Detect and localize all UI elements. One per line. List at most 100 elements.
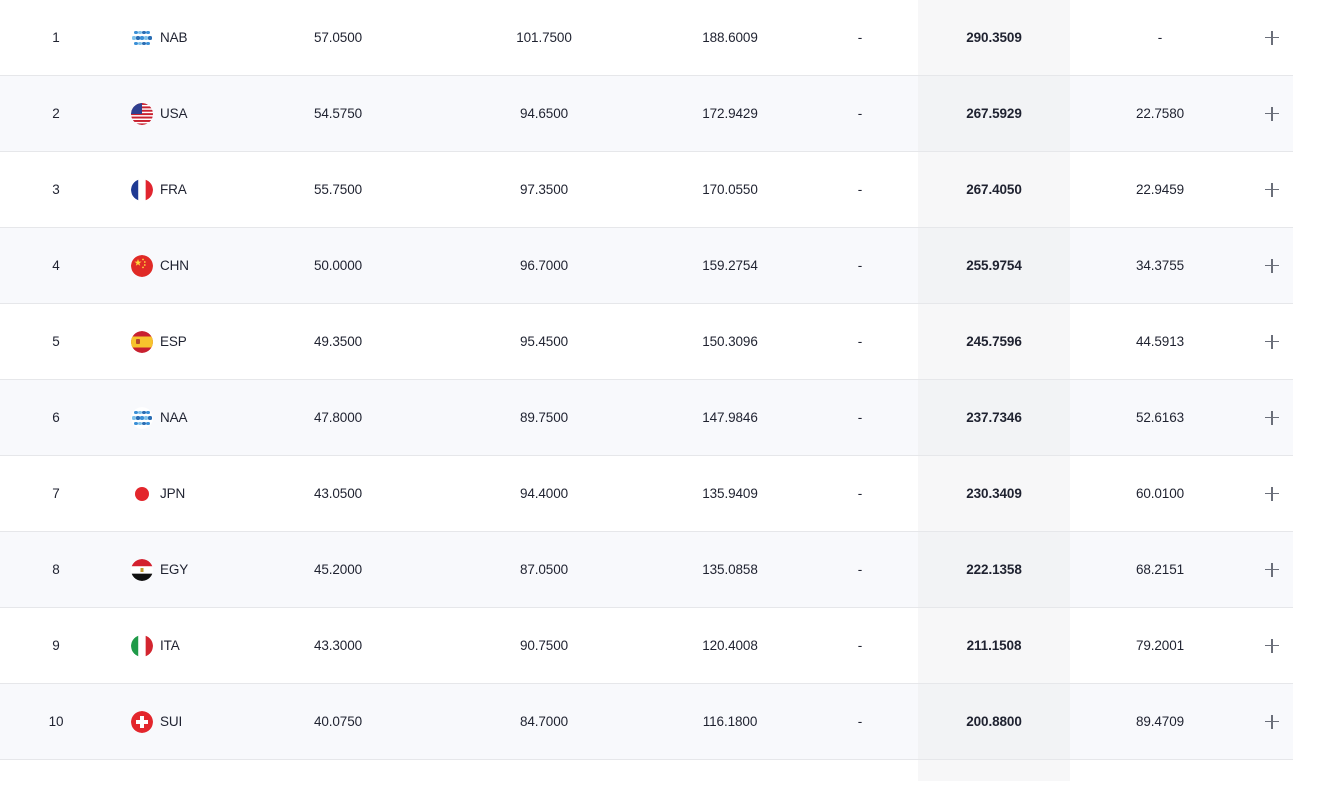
total-score: 237.7346	[918, 380, 1070, 455]
rank-value: 3	[52, 182, 60, 197]
expand-cell[interactable]	[1250, 380, 1294, 455]
expand-plus-icon[interactable]	[1265, 410, 1279, 425]
table-row[interactable]: 2 USA 54.5750 94.6500 172.9429 - 267.592…	[0, 76, 1293, 152]
table-row[interactable]: 9 ITA 43.3000 90.7500 120.4008 - 211.150…	[0, 608, 1293, 684]
expand-plus-icon[interactable]	[1265, 258, 1279, 273]
total-value: 237.7346	[966, 410, 1022, 425]
expand-plus-icon[interactable]	[1265, 638, 1279, 653]
table-row[interactable]: 7 JPN 43.0500 94.4000 135.9409 - 230.340…	[0, 456, 1293, 532]
score-value: 96.7000	[519, 258, 569, 273]
routine-2-score: 84.7000	[484, 684, 604, 759]
results-table: 1 NAB 57.0500 101.7500 188.6009 - 290.35…	[0, 0, 1293, 790]
table-row[interactable]: 10 SUI 40.0750 84.7000 116.1800 - 200.88…	[0, 684, 1293, 760]
nation-code: EGY	[160, 562, 189, 577]
rank-value: 9	[52, 638, 60, 653]
expand-plus-icon[interactable]	[1265, 562, 1279, 577]
rank-cell: 2	[26, 76, 86, 151]
routine-1-score: 55.7500	[278, 152, 398, 227]
score-value: 57.0500	[313, 30, 363, 45]
behind-value: 79.2001	[1135, 638, 1185, 653]
rank-value: 8	[52, 562, 60, 577]
expand-plus-icon[interactable]	[1265, 182, 1279, 197]
table-row[interactable]: 6 NAA 47.8000 89.7500 147.9846 - 237.734…	[0, 380, 1293, 456]
rank-value: 10	[48, 714, 64, 729]
behind-value: 34.3755	[1135, 258, 1185, 273]
score-value: 47.8000	[313, 410, 363, 425]
points-behind: 22.7580	[1100, 76, 1220, 151]
score-value: 94.4000	[519, 486, 569, 501]
expand-cell[interactable]	[1250, 532, 1294, 607]
rank-cell: 4	[26, 228, 86, 303]
nation-code: SUI	[160, 714, 183, 729]
routine-3-score: 170.0550	[670, 152, 790, 227]
table-row[interactable]: 1 NAB 57.0500 101.7500 188.6009 - 290.35…	[0, 0, 1293, 76]
score-value: 135.9409	[702, 486, 758, 501]
table-row[interactable]: 3 FRA 55.7500 97.3500 170.0550 - 267.405…	[0, 152, 1293, 228]
score-value: 43.3000	[313, 638, 363, 653]
usa-flag-icon	[131, 102, 153, 125]
routine-1-score: 43.0500	[278, 456, 398, 531]
score-value: -	[857, 182, 863, 197]
nation-cell: EGY	[131, 532, 251, 607]
expand-cell[interactable]	[1250, 0, 1294, 75]
behind-value: 52.6163	[1135, 410, 1185, 425]
score-value: -	[857, 30, 863, 45]
score-value: 150.3096	[702, 334, 758, 349]
china-flag-icon	[131, 254, 153, 277]
behind-value: 22.7580	[1135, 106, 1185, 121]
expand-cell[interactable]	[1250, 608, 1294, 683]
expand-cell[interactable]	[1250, 76, 1294, 151]
expand-cell[interactable]	[1250, 228, 1294, 303]
score-value: -	[857, 106, 863, 121]
score-value: 90.7500	[519, 638, 569, 653]
behind-value: 22.9459	[1135, 182, 1185, 197]
table-row[interactable]: 8 EGY 45.2000 87.0500 135.0858 - 222.135…	[0, 532, 1293, 608]
expand-plus-icon[interactable]	[1265, 30, 1279, 45]
routine-2-score: 94.4000	[484, 456, 604, 531]
routine-4-score: -	[830, 456, 890, 531]
expand-cell[interactable]	[1250, 152, 1294, 227]
japan-flag-icon	[131, 482, 153, 505]
rank-value: 7	[52, 486, 60, 501]
score-value: 43.0500	[313, 486, 363, 501]
nation-code: JPN	[160, 486, 186, 501]
nation-cell: USA	[131, 76, 251, 151]
behind-value: 68.2151	[1135, 562, 1185, 577]
nation-cell: NAB	[131, 0, 251, 75]
table-row[interactable]: 4 CHN 50.0000 96.7000 159.2754 - 255.975…	[0, 228, 1293, 304]
routine-3-score: 172.9429	[670, 76, 790, 151]
expand-cell[interactable]	[1250, 684, 1294, 759]
score-value: 159.2754	[702, 258, 758, 273]
routine-4-score: -	[830, 608, 890, 683]
expand-plus-icon[interactable]	[1265, 486, 1279, 501]
table-row[interactable]: 5 ESP 49.3500 95.4500 150.3096 - 245.759…	[0, 304, 1293, 380]
routine-3-score: 150.3096	[670, 304, 790, 379]
score-value: 49.3500	[313, 334, 363, 349]
expand-plus-icon[interactable]	[1265, 106, 1279, 121]
expand-cell[interactable]	[1250, 456, 1294, 531]
points-behind: 52.6163	[1100, 380, 1220, 455]
points-behind: 89.4709	[1100, 684, 1220, 759]
rank-cell: 9	[26, 608, 86, 683]
score-value: 54.5750	[313, 106, 363, 121]
routine-4-score: -	[830, 304, 890, 379]
score-value: 84.7000	[519, 714, 569, 729]
score-value: -	[857, 486, 863, 501]
nation-cell: SUI	[131, 684, 251, 759]
routine-4-score: -	[830, 152, 890, 227]
rank-value: 2	[52, 106, 60, 121]
points-behind: 68.2151	[1100, 532, 1220, 607]
total-value: 200.8800	[966, 714, 1022, 729]
expand-cell[interactable]	[1250, 304, 1294, 379]
routine-1-score: 40.0750	[278, 684, 398, 759]
behind-value: 44.5913	[1135, 334, 1185, 349]
routine-2-score: 96.7000	[484, 228, 604, 303]
nation-cell: ESP	[131, 304, 251, 379]
results-rows: 1 NAB 57.0500 101.7500 188.6009 - 290.35…	[0, 0, 1293, 760]
routine-3-score: 147.9846	[670, 380, 790, 455]
expand-plus-icon[interactable]	[1265, 334, 1279, 349]
routine-1-score: 57.0500	[278, 0, 398, 75]
total-value: 267.5929	[966, 106, 1022, 121]
expand-plus-icon[interactable]	[1265, 714, 1279, 729]
neutral-flag-icon	[131, 26, 153, 49]
